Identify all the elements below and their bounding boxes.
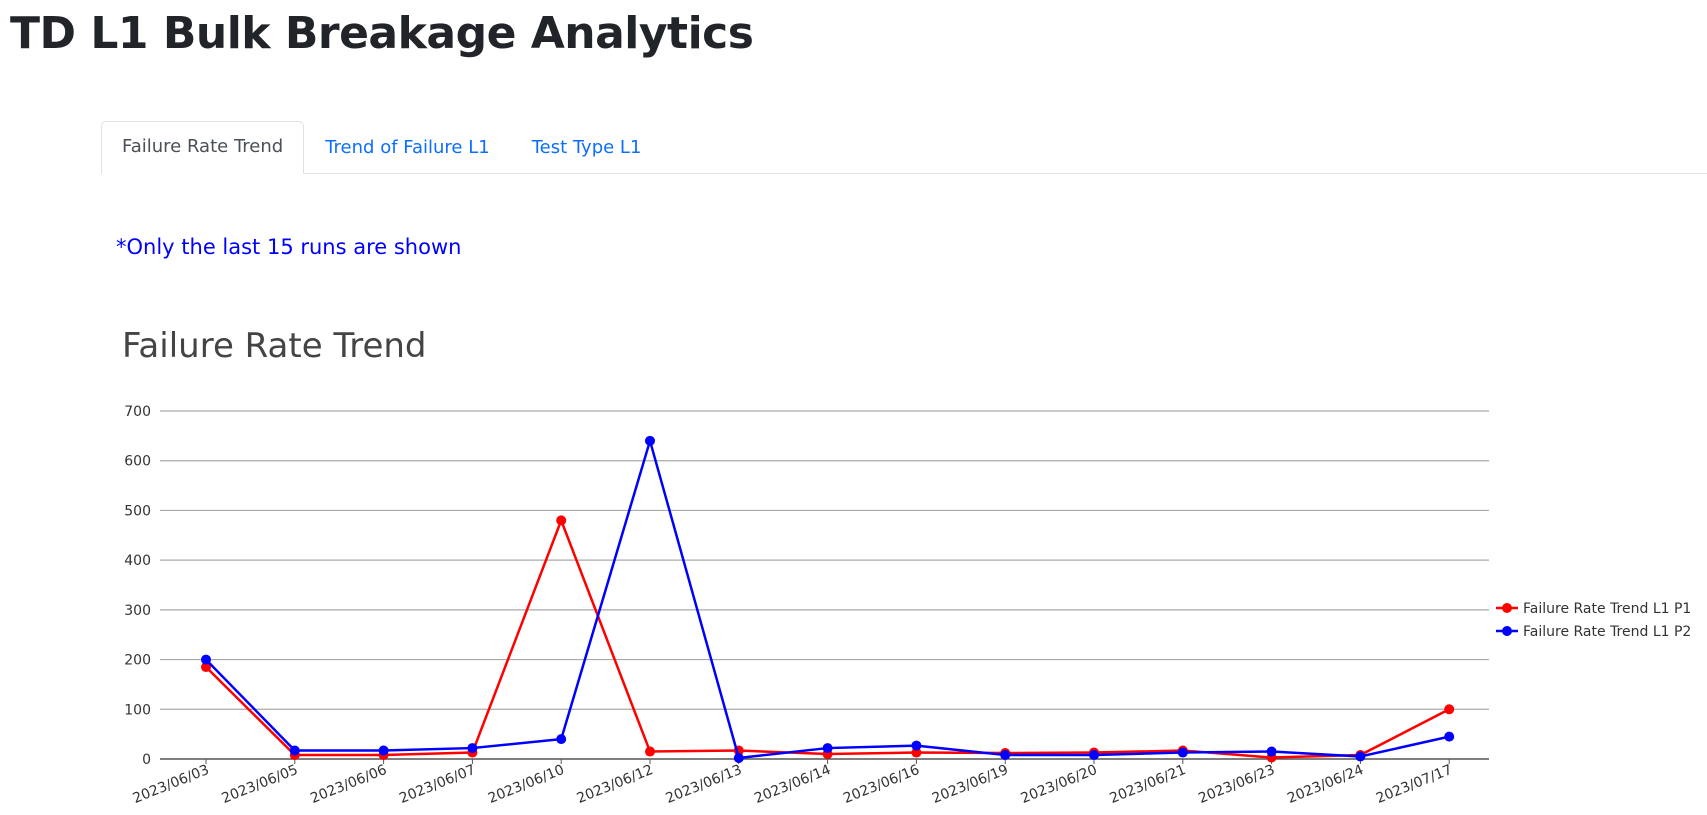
data-point-p2	[556, 734, 567, 745]
x-tick-label: 2023/06/07	[397, 762, 478, 807]
data-point-p2	[822, 743, 833, 754]
data-point-p2	[1089, 750, 1099, 761]
x-tick-label: 2023/07/17	[1374, 762, 1455, 807]
y-tick-label: 700	[124, 404, 151, 420]
data-point-p2	[467, 743, 478, 754]
x-tick-label: 2023/06/06	[308, 762, 389, 807]
legend-marker-p1	[1502, 603, 1512, 613]
y-tick-label: 300	[124, 603, 151, 619]
data-point-p1	[1444, 704, 1455, 715]
legend-marker-p2	[1502, 626, 1512, 636]
x-tick-label: 2023/06/23	[1196, 762, 1277, 807]
x-tick-label: 2023/06/19	[930, 762, 1011, 807]
legend-label-p2: Failure Rate Trend L1 P2	[1523, 624, 1691, 640]
data-point-p2	[1355, 751, 1366, 762]
data-point-p2	[289, 745, 300, 756]
x-tick-label: 2023/06/20	[1019, 762, 1100, 807]
data-point-p1	[645, 746, 655, 757]
x-tick-label: 2023/06/12	[575, 762, 656, 807]
data-point-p2	[201, 654, 211, 665]
y-tick-label: 600	[124, 454, 151, 470]
legend-label-p1: Failure Rate Trend L1 P1	[1523, 601, 1691, 617]
x-tick-label: 2023/06/13	[663, 762, 744, 807]
data-point-p2	[645, 435, 655, 446]
series-line-p2	[205, 436, 1450, 760]
x-tick-label: 2023/06/16	[841, 762, 922, 807]
failure-rate-chart: 01002003004005006007002023/06/03 2023/06/…	[124, 404, 1691, 807]
y-tick-label: 0	[142, 752, 151, 768]
x-tick-label: 2023/06/05	[219, 762, 300, 807]
data-point-p2	[378, 745, 389, 756]
x-tick-label: 2023/06/10	[486, 762, 567, 807]
data-point-p2	[1444, 731, 1455, 742]
y-tick-label: 500	[124, 503, 151, 519]
y-tick-label: 200	[124, 653, 151, 669]
data-point-p2	[733, 753, 744, 764]
data-point-p1	[556, 515, 567, 526]
data-point-p2	[911, 740, 922, 751]
y-tick-label: 400	[124, 553, 151, 569]
x-tick-label: 2023/06/14	[752, 762, 833, 807]
data-point-p2	[1177, 747, 1188, 758]
data-point-p2	[1266, 746, 1277, 757]
series-line-p1	[205, 516, 1450, 759]
x-tick-label: 2023/06/21	[1107, 762, 1188, 807]
x-tick-label: 2023/06/03	[131, 762, 212, 807]
x-tick-label: 2023/06/24	[1285, 762, 1366, 807]
y-tick-label: 100	[124, 702, 151, 718]
data-point-p2	[1000, 750, 1011, 761]
